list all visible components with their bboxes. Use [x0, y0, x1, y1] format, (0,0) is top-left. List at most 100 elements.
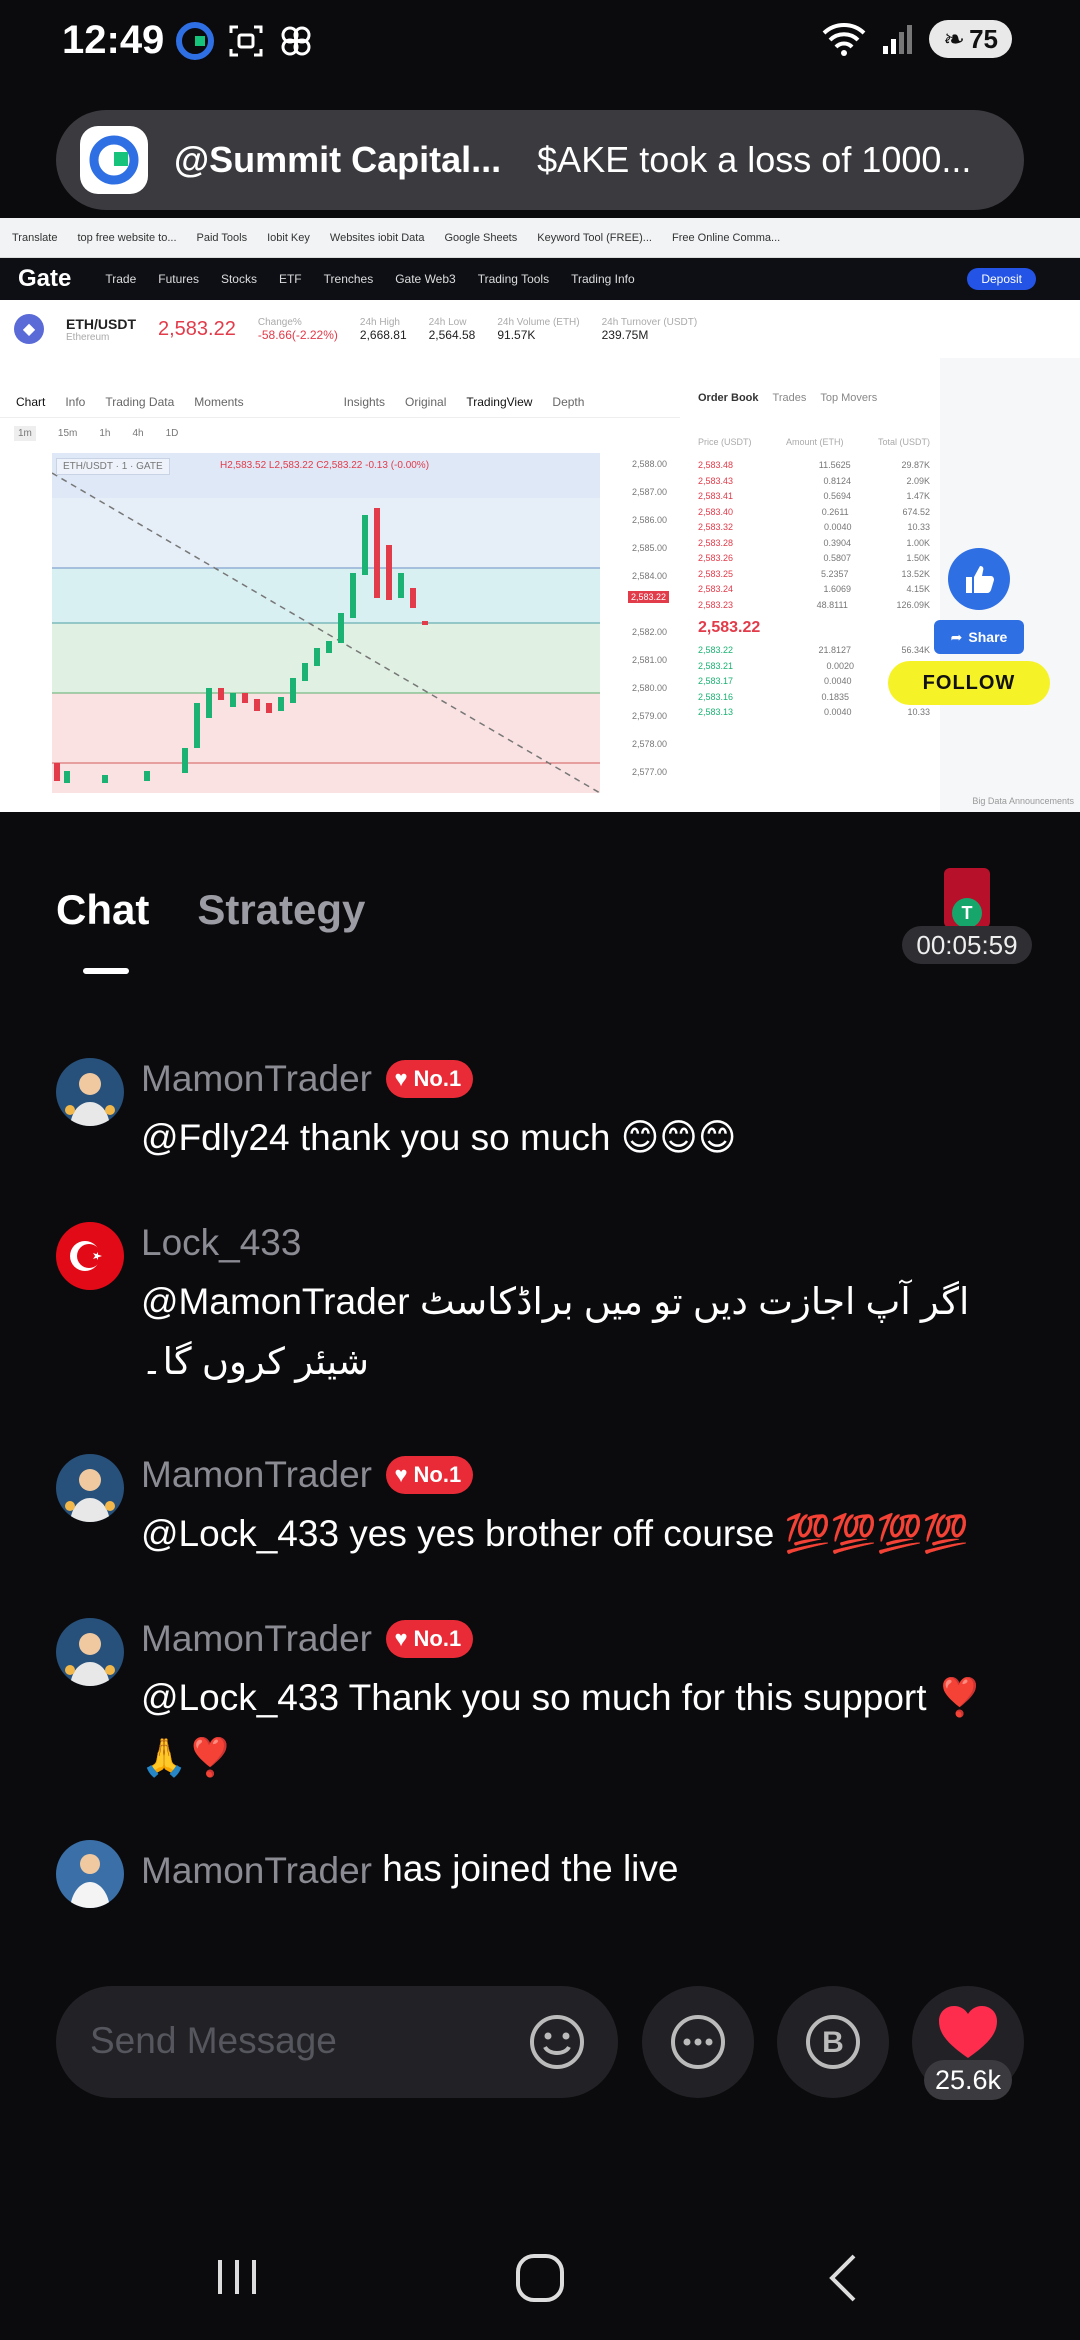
- rank-badge: ♥ No.1: [386, 1060, 474, 1098]
- avatar[interactable]: [56, 1840, 124, 1908]
- order-amount: 21.8127: [818, 645, 851, 656]
- chat-username[interactable]: MamonTrader: [141, 1454, 372, 1496]
- order-book-row: 2,583.32 0.0040 10.33: [690, 520, 940, 536]
- order-book-row: 2,583.13 0.0040 10.33: [690, 705, 940, 721]
- more-dots-icon: [671, 2015, 725, 2069]
- thumbs-up-icon: [966, 566, 994, 593]
- order-price: 2,583.43: [698, 475, 734, 486]
- order-total: 126.09K: [896, 599, 930, 610]
- order-book-row: 2,583.40 0.2611 674.52: [690, 504, 940, 520]
- share-button[interactable]: ➦ Share: [934, 620, 1024, 654]
- bookmark-item: Iobit Key: [267, 231, 310, 244]
- order-amount: 0.8124: [823, 475, 851, 486]
- site-nav-item: Trenches: [323, 272, 374, 286]
- candlestick-chart: [52, 453, 600, 793]
- heart-badge-icon: ♥: [394, 1626, 408, 1651]
- site-nav-item: Gate Web3: [395, 272, 456, 286]
- status-bar: 12:49 ❧ 75: [0, 0, 1080, 90]
- order-total: 56.34K: [901, 645, 930, 656]
- order-book-row: 2,583.28 0.3904 1.00K: [690, 535, 940, 551]
- heart-badge-icon: ♥: [394, 1066, 408, 1091]
- wifi-icon: [822, 23, 866, 56]
- chat-username[interactable]: MamonTrader: [141, 1058, 372, 1100]
- turnover-stat: 24h Turnover (USDT) 239.75M: [601, 316, 698, 342]
- price-axis: 2,588.00 2,587.00 2,586.00 2,585.00 2,58…: [610, 454, 682, 794]
- order-price: 2,583.48: [698, 460, 734, 471]
- order-total: 1.00K: [906, 537, 930, 548]
- battery-level: 75: [969, 23, 998, 54]
- order-book-row: 2,583.22 21.8127 56.34K: [690, 643, 940, 659]
- signal-icon: [883, 25, 913, 54]
- bookmark-item: Paid Tools: [196, 231, 248, 244]
- notification-banner[interactable]: @Summit Capital... $AKE took a loss of 1…: [56, 110, 1024, 210]
- bookmark-item: Translate: [12, 231, 58, 244]
- order-book-mid-price: 2,583.22: [698, 618, 761, 636]
- order-total: 4.15K: [906, 584, 930, 595]
- order-total: 10.33: [907, 707, 930, 718]
- bookmark-item: Free Online Comma...: [671, 231, 781, 244]
- change-stat: Change% -58.66(-2.22%): [257, 316, 338, 342]
- tab-active-indicator: [83, 968, 129, 974]
- like-stream-button[interactable]: [948, 548, 1010, 610]
- ticker-price: 2,583.22: [158, 317, 236, 340]
- rank-badge: ♥ No.1: [386, 1620, 474, 1658]
- order-amount: 0.0040: [823, 707, 852, 718]
- site-nav-item: Trade: [105, 272, 137, 286]
- gate-logo-icon: [80, 126, 148, 194]
- emoji-icon[interactable]: [528, 2013, 586, 2071]
- order-amount: 0.3904: [823, 537, 851, 548]
- order-price: 2,583.13: [698, 707, 734, 718]
- pair-name: Ethereum: [66, 331, 110, 343]
- chat-username[interactable]: Lock_433: [141, 1222, 301, 1264]
- gate-site-logo: Gate: [18, 265, 72, 292]
- order-book-row: 2,583.43 0.8124 2.09K: [690, 473, 940, 489]
- site-nav-item: Trading Tools: [477, 272, 550, 286]
- send-message-placeholder: Send Message: [90, 2020, 337, 2061]
- timeframe-row: 1m 15m 1h 4h 1D: [0, 418, 680, 448]
- home-icon[interactable]: [512, 2250, 568, 2306]
- chat-username[interactable]: MamonTrader: [141, 1850, 372, 1892]
- order-total: 674.52: [902, 506, 930, 517]
- site-nav-item: Futures: [158, 272, 199, 286]
- bounty-button[interactable]: B: [777, 1986, 889, 2098]
- order-price: 2,583.25: [698, 568, 734, 579]
- recent-apps-icon[interactable]: [212, 2252, 262, 2302]
- avatar[interactable]: [56, 1222, 124, 1290]
- avatar[interactable]: [56, 1454, 124, 1522]
- order-amount: 48.8111: [816, 599, 848, 610]
- chat-message-text: @Lock_433 Thank you so much for this sup…: [141, 1677, 983, 1778]
- chat-message-text: @Fdly24 thank you so much 😊😊😊: [141, 1117, 737, 1158]
- order-amount: 0.1835: [821, 691, 849, 702]
- back-icon[interactable]: [818, 2250, 868, 2306]
- order-price: 2,583.16: [698, 691, 734, 702]
- order-amount: 0.0040: [823, 676, 852, 687]
- avatar[interactable]: [56, 1618, 124, 1686]
- ticker-row: ◆ ETH/USDT Ethereum 2,583.22 Change% -58.…: [0, 300, 940, 358]
- chat-message-text: @MamonTrader اگر آپ اجازت دیں تو میں برا…: [141, 1281, 970, 1382]
- order-total: 1.47K: [906, 491, 930, 502]
- follow-button[interactable]: FOLLOW: [888, 661, 1050, 705]
- browser-bookmarks-bar: Translate top free website to... Paid To…: [0, 218, 1080, 258]
- system-nav-bar: [0, 2220, 1080, 2340]
- share-icon: ➦: [950, 628, 963, 645]
- order-amount: 11.5625: [818, 460, 851, 471]
- avatar[interactable]: [56, 1058, 124, 1126]
- heart-icon: [939, 2006, 997, 2058]
- order-book-row: 2,583.25 5.2357 13.52K: [690, 566, 940, 582]
- gift-timer[interactable]: T 00:05:59: [902, 868, 1032, 964]
- chat-username[interactable]: MamonTrader: [141, 1618, 372, 1660]
- send-message-input[interactable]: Send Message: [56, 1986, 618, 2098]
- live-stream-video[interactable]: Translate top free website to... Paid To…: [0, 218, 1080, 812]
- tab-chat[interactable]: Chat: [56, 886, 149, 934]
- join-text: has joined the live: [382, 1848, 679, 1889]
- pinwheel-icon: [281, 26, 311, 56]
- gift-box-icon: T: [944, 868, 990, 928]
- chat-tabs: Chat Strategy: [56, 886, 365, 934]
- gate-site-nav: Gate Trade Futures Stocks ETF Trenches G…: [0, 258, 1080, 300]
- status-time: 12:49: [62, 18, 165, 62]
- tab-strategy[interactable]: Strategy: [197, 886, 365, 934]
- order-amount: 0.5807: [823, 553, 851, 564]
- more-options-button[interactable]: [642, 1986, 754, 2098]
- order-price: 2,583.28: [698, 537, 734, 548]
- order-amount: 0.2611: [821, 506, 849, 517]
